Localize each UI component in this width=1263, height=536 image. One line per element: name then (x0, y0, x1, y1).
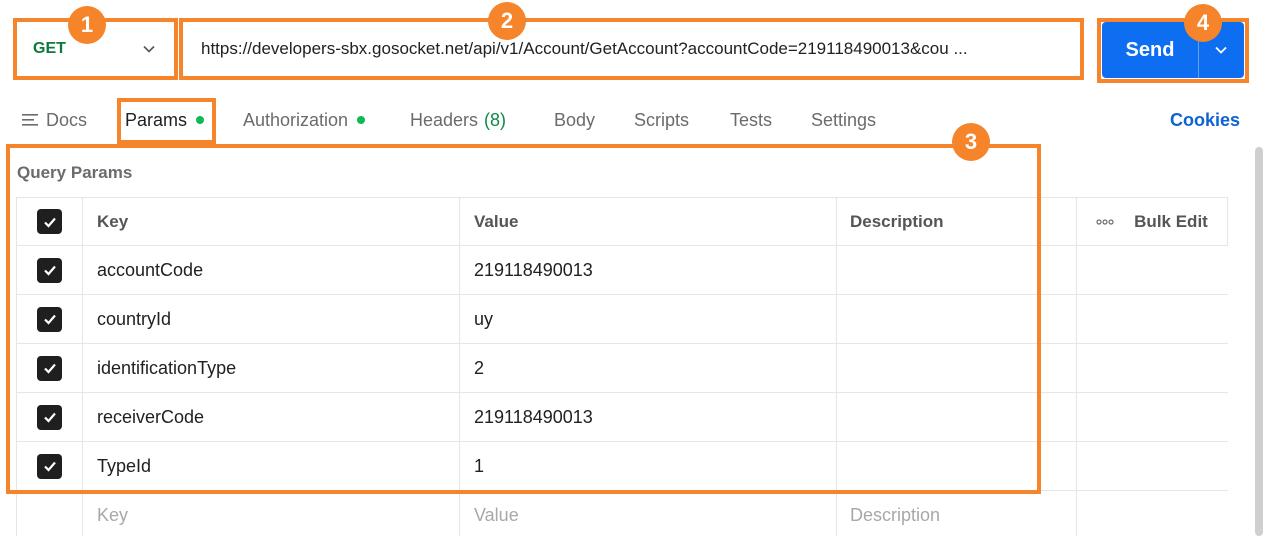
annotation-badge-1: 1 (68, 6, 106, 44)
highlight-url (179, 18, 1084, 80)
tab-headers[interactable]: Headers (8) (410, 108, 506, 132)
tab-docs-label: Docs (46, 109, 88, 130)
annotation-badge-3: 3 (952, 123, 990, 161)
highlight-params-tab (117, 98, 216, 144)
annotation-badge-4: 4 (1184, 4, 1222, 42)
tab-tests-label: Tests (730, 109, 773, 130)
new-description-input[interactable]: Description (837, 491, 1077, 536)
tab-body[interactable]: Body (554, 108, 595, 132)
tab-scripts-label: Scripts (634, 109, 690, 130)
tab-settings[interactable]: Settings (811, 108, 876, 132)
highlight-send (1097, 18, 1249, 83)
new-param-row: Key Value Description (16, 491, 1228, 536)
highlight-query-params (6, 144, 1041, 494)
tab-headers-label: Headers (410, 109, 479, 130)
tab-settings-label: Settings (811, 109, 877, 130)
scrollbar[interactable] (1255, 147, 1263, 536)
headers-count: (8) (484, 109, 507, 130)
tab-docs[interactable]: Docs (22, 108, 87, 132)
annotation-badge-2: 2 (488, 2, 526, 40)
cookies-link[interactable]: Cookies (1170, 110, 1240, 131)
more-icon (1096, 218, 1114, 225)
status-dot (357, 116, 366, 124)
tab-tests[interactable]: Tests (730, 108, 772, 132)
docs-icon (22, 114, 38, 126)
tab-authorization[interactable]: Authorization (243, 108, 366, 132)
new-key-input[interactable]: Key (83, 491, 460, 536)
bulk-edit-button[interactable]: Bulk Edit (1077, 198, 1228, 245)
tab-body-label: Body (554, 109, 596, 130)
bulk-edit-label: Bulk Edit (1134, 211, 1208, 231)
row-check-cell (16, 491, 83, 536)
new-value-input[interactable]: Value (460, 491, 837, 536)
tab-authorization-label: Authorization (243, 109, 349, 130)
tab-scripts[interactable]: Scripts (634, 108, 689, 132)
